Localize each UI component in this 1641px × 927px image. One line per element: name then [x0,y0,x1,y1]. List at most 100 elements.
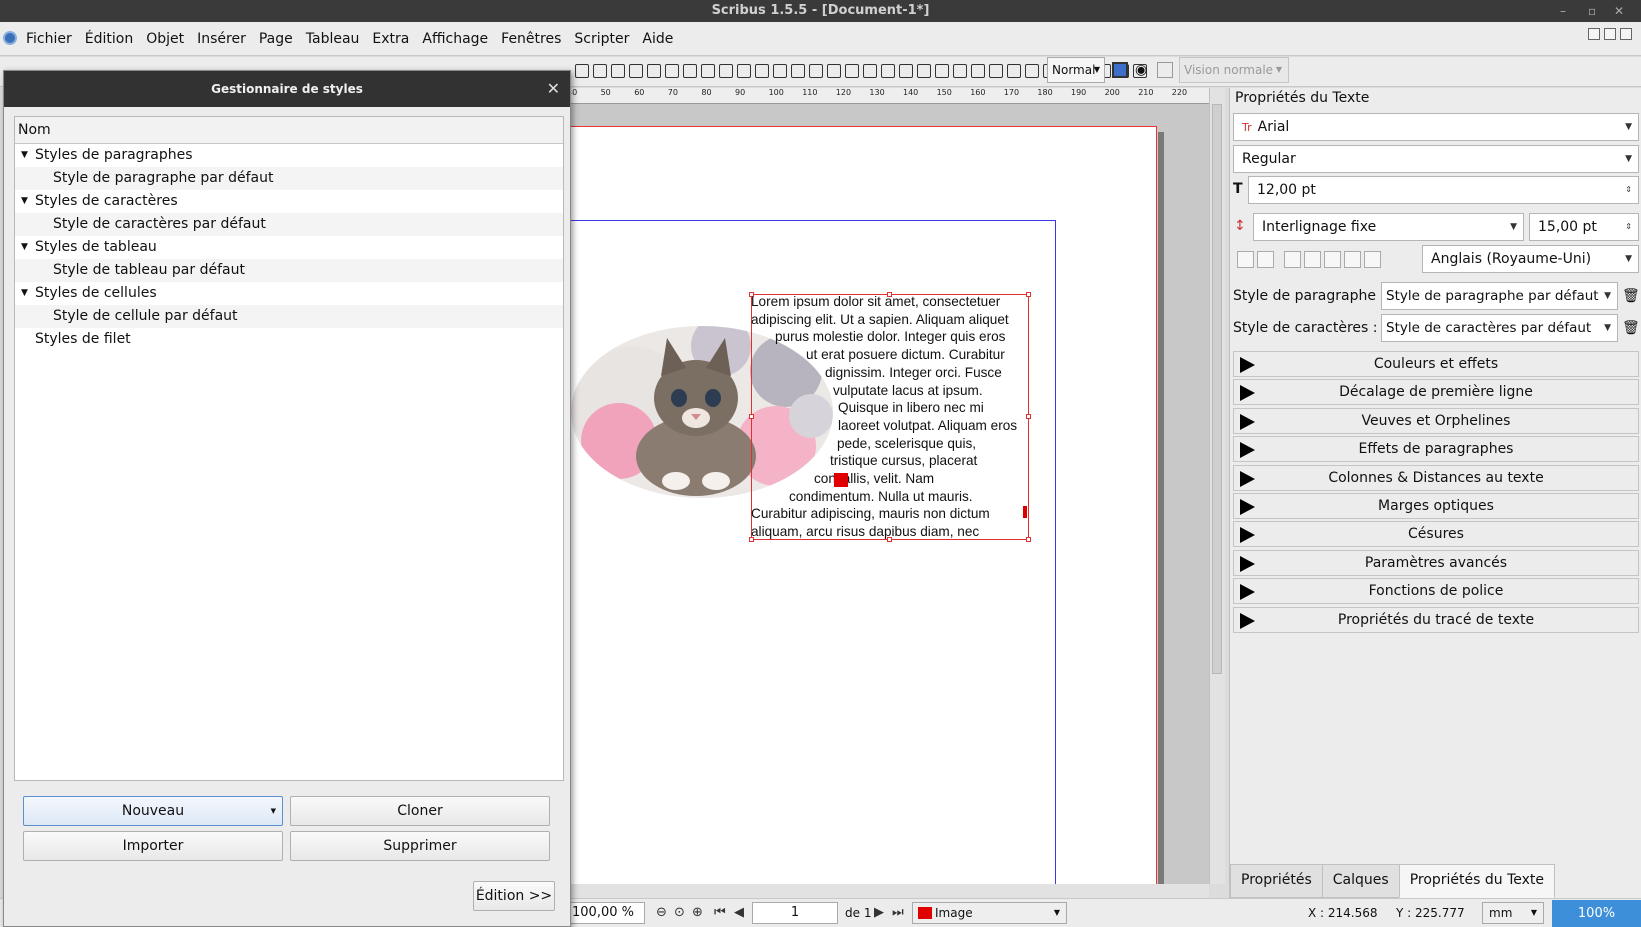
section-text-path-props[interactable]: Propriétés du tracé de texte [1233,607,1639,633]
zoom-out-icon[interactable]: ⊖ [656,905,667,920]
text-frame-tool-icon[interactable] [593,64,607,78]
new-style-button[interactable]: Nouveau ▼ [23,796,283,826]
align-justify-icon[interactable] [1344,251,1361,268]
align-center-icon[interactable] [1304,251,1321,268]
shape-tool-icon[interactable] [665,64,679,78]
doc-restore-icon[interactable] [1604,28,1616,40]
font-style-combo[interactable]: Regular ▼ [1233,145,1639,173]
pdf-button-icon[interactable] [989,64,1003,78]
unit-combo[interactable]: mm ▼ [1482,902,1544,924]
barcode-icon[interactable] [971,64,985,78]
tree-item-default-table-style[interactable]: Style de tableau par défaut [15,259,563,282]
tree-item-cell-styles[interactable]: ▼ Styles de cellules [15,282,563,305]
render-mode-combo[interactable]: Normal ▼ [1047,57,1105,83]
horizontal-ruler[interactable]: 40 50 60 70 80 90 100 110 120 130 140 150 160 170 180 1… [549,88,1209,104]
ltr-direction-icon[interactable] [1237,251,1254,268]
color-mgmt-icon[interactable] [1112,62,1128,78]
clone-style-button[interactable]: Cloner [290,796,550,826]
eyedropper-icon[interactable] [953,64,967,78]
menu-objet[interactable]: Objet [146,31,184,47]
align-left-icon[interactable] [1284,251,1301,268]
menu-aide[interactable]: Aide [642,31,673,47]
tab-layers[interactable]: Calques [1321,864,1400,898]
minimize-icon[interactable]: – [1560,0,1566,22]
collapse-arrow-icon[interactable]: ▼ [21,190,28,213]
polygon-tool-icon[interactable] [683,64,697,78]
tree-item-character-styles[interactable]: ▼ Styles de caractères [15,190,563,213]
menu-affichage[interactable]: Affichage [422,31,488,47]
edit-mode-icon[interactable] [1157,62,1173,78]
line-spacing-spinbox[interactable]: 15,00 pt ⇕ [1529,213,1639,241]
menu-page[interactable]: Page [259,31,293,47]
tab-properties[interactable]: Propriétés [1230,864,1323,898]
edit-text-icon[interactable] [845,64,859,78]
story-editor-icon[interactable] [863,64,877,78]
frame-text-content[interactable]: Lorem ipsum dolor sit amet, consectetuer… [751,293,1031,541]
select-tool-icon[interactable] [575,64,589,78]
close-icon[interactable]: ✕ [1614,0,1624,22]
section-optical-margins[interactable]: Marges optiques [1233,493,1639,519]
arc-tool-icon[interactable] [701,64,715,78]
tree-column-header[interactable]: Nom [15,117,563,144]
unlink-frames-icon[interactable] [899,64,913,78]
table-tool-icon[interactable] [647,64,661,78]
zoom-reset-icon[interactable]: ⊙ [674,905,685,920]
bezier-tool-icon[interactable] [755,64,769,78]
tab-text-properties[interactable]: Propriétés du Texte [1398,864,1556,898]
font-family-combo[interactable]: Tr Arial ▼ [1233,113,1639,141]
zoom-input[interactable]: 100,00 % [563,902,645,924]
rtl-direction-icon[interactable] [1257,251,1274,268]
section-widows-orphans[interactable]: Veuves et Orphelines [1233,408,1639,434]
menu-fenetres[interactable]: Fenêtres [501,31,561,47]
first-page-icon[interactable]: ⏮ [714,905,726,920]
import-style-button[interactable]: Importer [23,831,283,861]
char-style-combo[interactable]: Style de caractères par défaut ▼ [1381,314,1618,342]
align-forced-icon[interactable] [1364,251,1381,268]
zoom-badge[interactable]: 100% [1552,900,1641,927]
align-right-icon[interactable] [1324,251,1341,268]
image-frame-tool-icon[interactable] [611,64,625,78]
zoom-tool-icon[interactable] [827,64,841,78]
dropdown-arrow-icon[interactable]: ▼ [271,797,276,825]
measure-tool-icon[interactable] [917,64,931,78]
section-hyphenation[interactable]: Césures [1233,521,1639,547]
tree-item-paragraph-styles[interactable]: ▼ Styles de paragraphes [15,144,563,167]
char-style-delete-icon[interactable]: 🗑 [1622,320,1640,336]
section-columns-distances[interactable]: Colonnes & Distances au texte [1233,465,1639,491]
pdf-radio-icon[interactable] [1025,64,1039,78]
language-combo[interactable]: Anglais (Royaume-Uni) ▼ [1422,245,1639,273]
section-first-line-offset[interactable]: Décalage de première ligne [1233,379,1639,405]
delete-style-button[interactable]: Supprimer [290,831,550,861]
page-number-input[interactable]: 1 [752,902,838,924]
maximize-icon[interactable]: ▫ [1588,0,1596,22]
prev-page-icon[interactable]: ◀ [734,905,744,920]
dialog-close-icon[interactable]: ✕ [547,71,560,107]
zoom-in-icon[interactable]: ⊕ [692,905,703,920]
preview-eye-icon[interactable]: ◉ [1135,62,1151,78]
menu-inserer[interactable]: Insérer [197,31,246,47]
tree-item-default-character-style[interactable]: Style de caractères par défaut [15,213,563,236]
pdf-checkbox-icon[interactable] [1007,64,1021,78]
last-page-icon[interactable]: ⏭ [892,905,904,920]
menu-edition[interactable]: Édition [85,31,133,47]
para-style-combo[interactable]: Style de paragraphe par défaut ▼ [1381,282,1618,310]
menu-scripter[interactable]: Scripter [574,31,629,47]
collapse-arrow-icon[interactable]: ▼ [21,282,28,305]
section-advanced-settings[interactable]: Paramètres avancés [1233,550,1639,576]
calligraphic-tool-icon[interactable] [791,64,805,78]
section-font-features[interactable]: Fonctions de police [1233,578,1639,604]
tree-item-default-paragraph-style[interactable]: Style de paragraphe par défaut [15,167,563,190]
horizontal-scrollbar[interactable] [549,884,1209,898]
collapse-arrow-icon[interactable]: ▼ [21,144,28,167]
link-frames-icon[interactable] [881,64,895,78]
menu-tableau[interactable]: Tableau [306,31,360,47]
section-colors-effects[interactable]: Couleurs et effets [1233,351,1639,377]
edit-style-button[interactable]: Édition >> [473,881,555,911]
layer-combo[interactable]: Image ▼ [912,902,1067,924]
menu-extra[interactable]: Extra [372,31,409,47]
doc-close-icon[interactable] [1620,28,1632,40]
line-tool-icon[interactable] [737,64,751,78]
freehand-tool-icon[interactable] [773,64,787,78]
menu-fichier[interactable]: Fichier [26,31,72,47]
para-style-delete-icon[interactable]: 🗑 [1622,288,1640,304]
